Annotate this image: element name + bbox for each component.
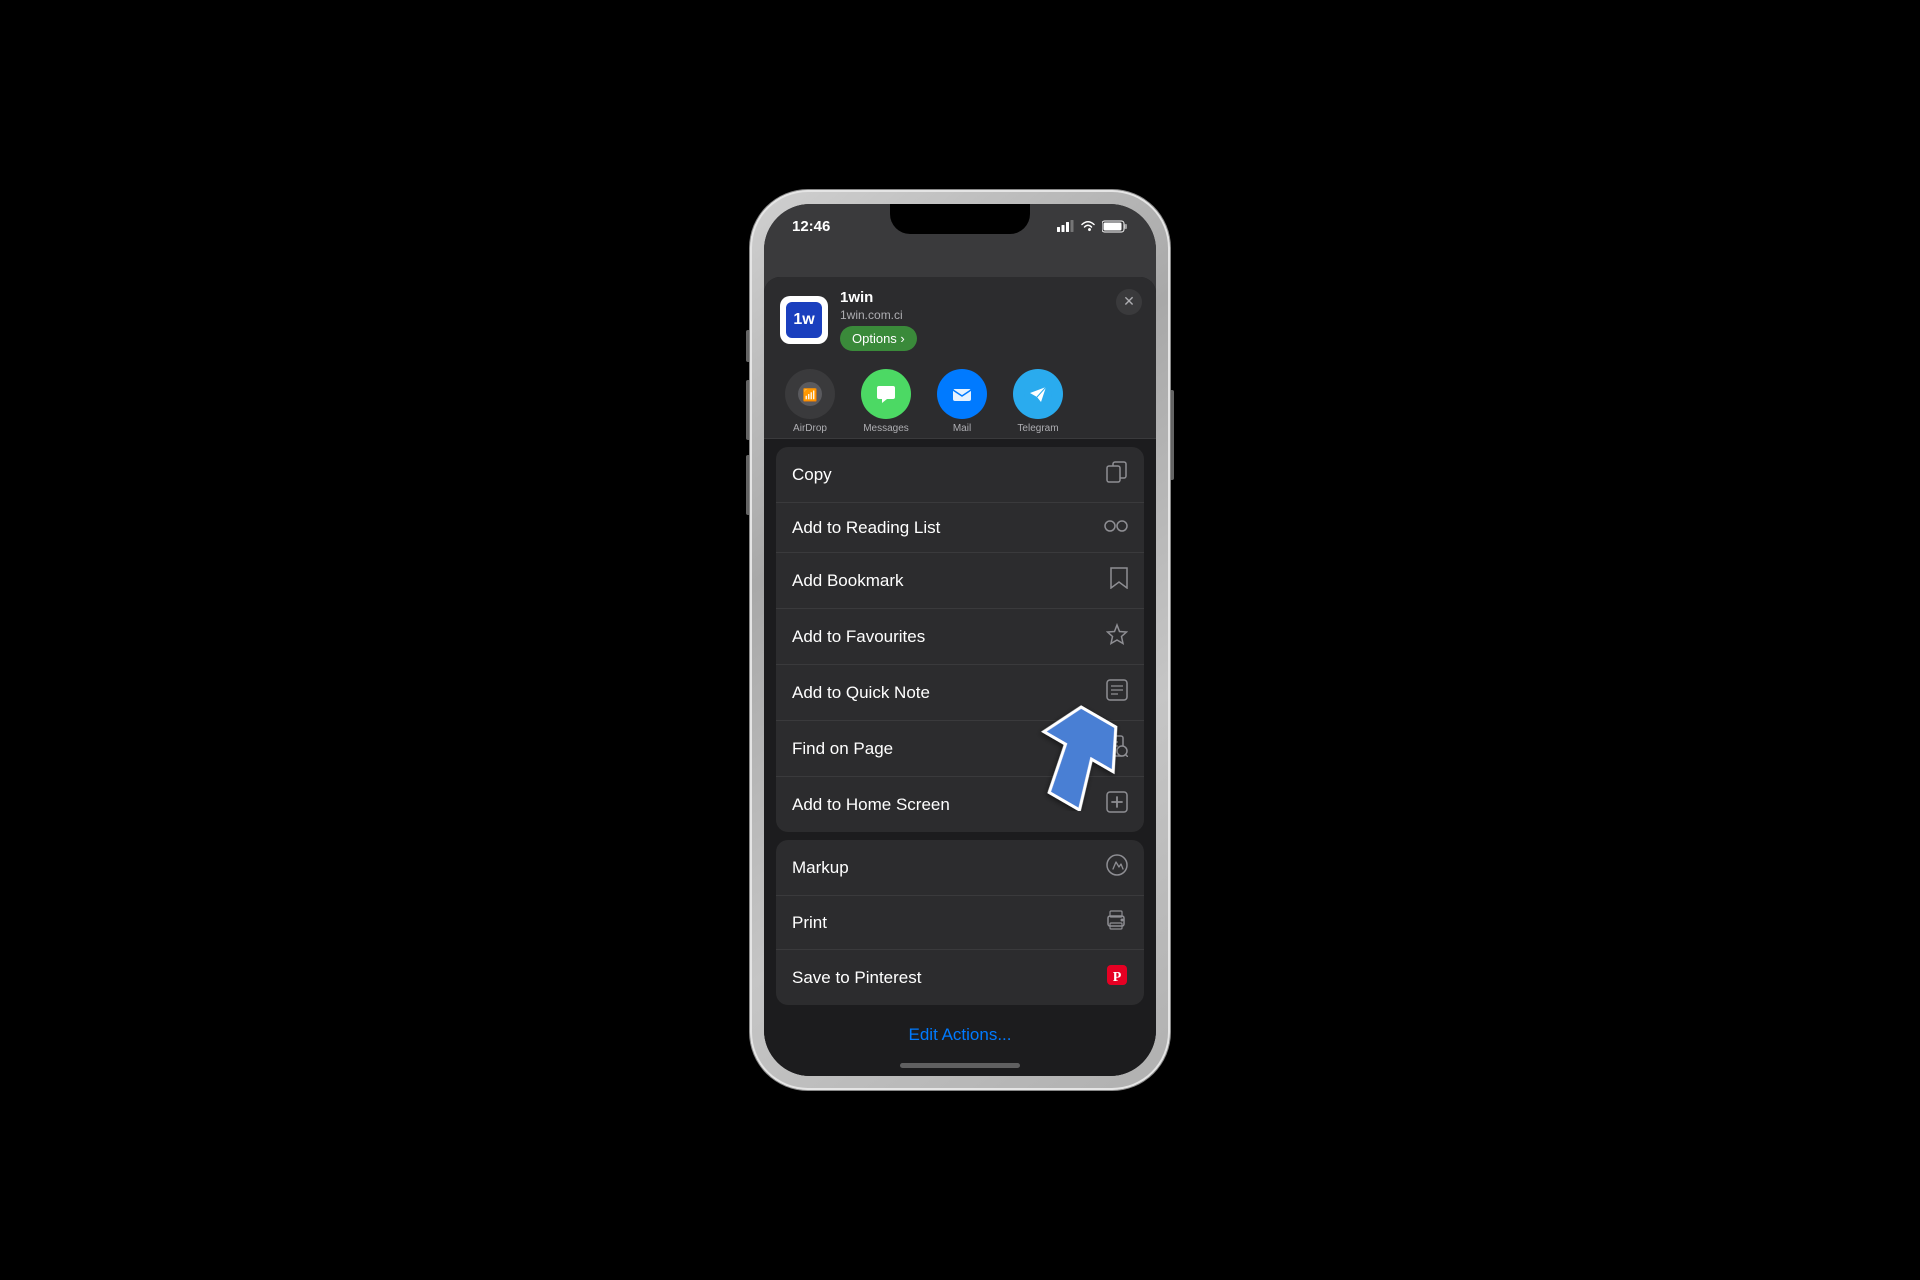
reading-list-icon [1104,517,1128,538]
phone-shell: 12:46 [750,190,1170,1090]
status-time: 12:46 [792,218,830,235]
action-group-2: Markup Print [776,840,1144,1005]
airdrop-label: AirDrop [793,423,827,434]
airdrop-svg: 📶 [796,380,824,408]
home-screen-label: Add to Home Screen [792,795,950,815]
telegram-svg [1024,380,1052,408]
quick-note-item[interactable]: Add to Quick Note [776,665,1144,721]
markup-item[interactable]: Markup [776,840,1144,896]
home-screen-icon [1106,791,1128,818]
airdrop-icon: 📶 [785,369,835,419]
status-icons [1057,220,1128,233]
notch [890,204,1030,234]
bookmark-svg [1110,567,1128,589]
pinterest-label: Save to Pinterest [792,968,921,988]
options-button[interactable]: Options › [840,326,917,351]
share-sheet: 1w 1win 1win.com.ci Options › ✕ [764,277,1156,1076]
site-info: 1win 1win.com.ci Options › [840,289,1140,351]
sheet-header: 1w 1win 1win.com.ci Options › ✕ [764,277,1156,361]
find-on-page-label: Find on Page [792,739,893,759]
home-indicator [900,1063,1020,1068]
telegram-label: Telegram [1017,423,1058,434]
telegram-icon [1013,369,1063,419]
bookmark-item[interactable]: Add Bookmark [776,553,1144,609]
copy-svg [1106,461,1128,483]
pinterest-icon: P [1106,964,1128,991]
site-icon-text: 1w [793,311,814,329]
messages-label: Messages [863,423,909,434]
site-title: 1win [840,289,1140,306]
copy-icon [1106,461,1128,488]
phone-mockup: 12:46 [750,190,1170,1090]
mail-label: Mail [953,423,971,434]
phone-screen: 12:46 [764,204,1156,1076]
copy-item[interactable]: Copy [776,447,1144,503]
print-label: Print [792,913,827,933]
find-on-page-icon [1106,735,1128,762]
signal-icon [1057,220,1074,232]
favourites-svg [1106,623,1128,645]
messages-svg [872,380,900,408]
reading-list-svg [1104,519,1128,533]
airdrop-item[interactable]: 📶 AirDrop [780,369,840,434]
close-button[interactable]: ✕ [1116,289,1142,315]
bookmark-label: Add Bookmark [792,571,904,591]
home-screen-item[interactable]: Add to Home Screen [776,777,1144,832]
favourites-icon [1106,623,1128,650]
site-icon: 1w [780,296,828,344]
battery-icon [1102,220,1128,233]
reading-list-item[interactable]: Add to Reading List [776,503,1144,553]
site-url: 1win.com.ci [840,308,1140,322]
mail-item[interactable]: Mail [932,369,992,434]
edit-actions-label: Edit Actions... [909,1025,1012,1044]
app-row: 📶 AirDrop M [764,361,1156,439]
markup-label: Markup [792,858,849,878]
find-on-page-svg [1106,735,1128,757]
quick-note-icon [1106,679,1128,706]
markup-svg [1106,854,1128,876]
pinterest-svg: P [1106,964,1128,986]
mail-icon [937,369,987,419]
quick-note-svg [1106,679,1128,701]
find-on-page-item[interactable]: Find on Page [776,721,1144,777]
print-icon [1104,910,1128,935]
bookmark-icon [1110,567,1128,594]
close-icon: ✕ [1123,294,1135,311]
favourites-item[interactable]: Add to Favourites [776,609,1144,665]
telegram-item[interactable]: Telegram [1008,369,1068,434]
copy-label: Copy [792,465,832,485]
print-svg [1104,910,1128,930]
home-screen-svg [1106,791,1128,813]
app-row-inner: 📶 AirDrop M [764,369,1156,434]
markup-icon [1106,854,1128,881]
print-item[interactable]: Print [776,896,1144,950]
messages-item[interactable]: Messages [856,369,916,434]
svg-text:P: P [1113,970,1122,985]
power-button [1170,390,1174,480]
quick-note-label: Add to Quick Note [792,683,930,703]
edit-actions[interactable]: Edit Actions... [764,1013,1156,1057]
site-icon-inner: 1w [786,302,822,338]
favourites-label: Add to Favourites [792,627,925,647]
messages-icon [861,369,911,419]
reading-list-label: Add to Reading List [792,518,940,538]
wifi-icon [1080,220,1096,232]
action-group-1: Copy Add to Reading List [776,447,1144,832]
pinterest-item[interactable]: Save to Pinterest P [776,950,1144,1005]
mail-svg [948,380,976,408]
svg-text:📶: 📶 [803,388,818,402]
